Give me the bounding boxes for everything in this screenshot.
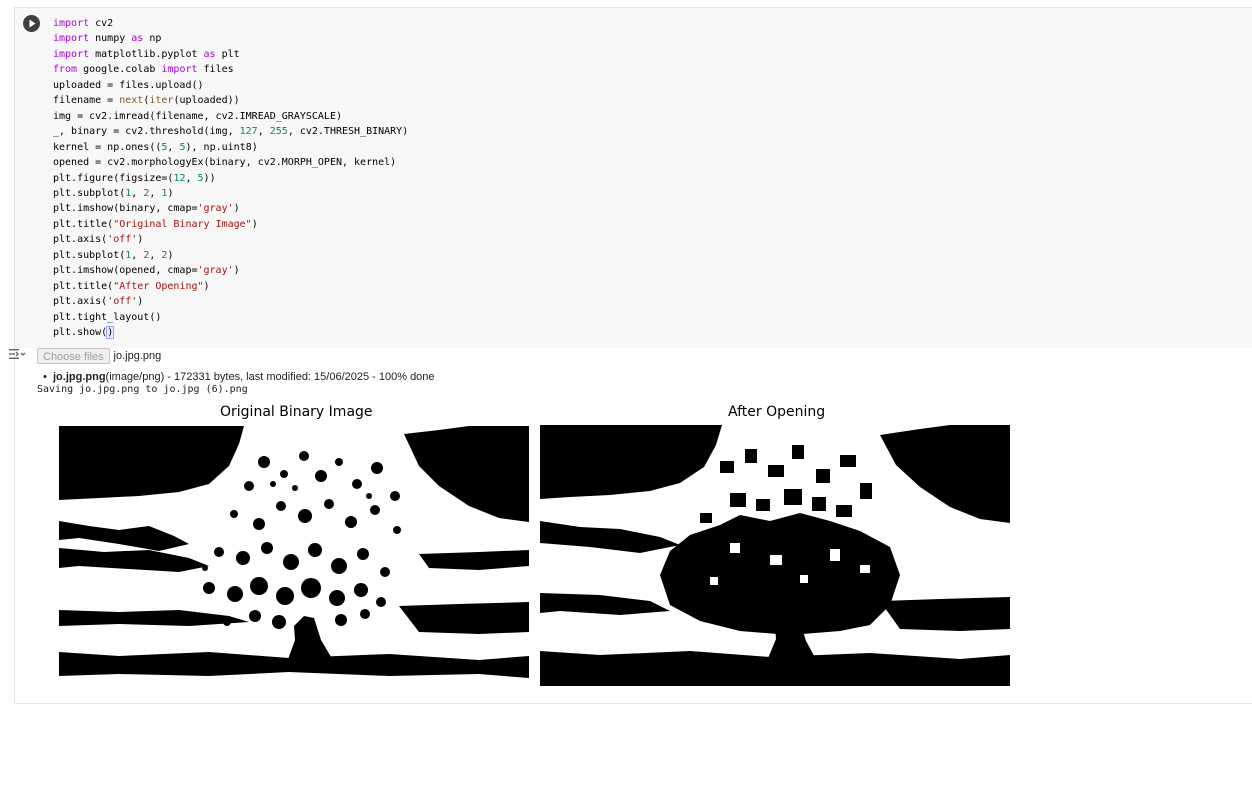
code-line-18: plt.title("After Opening") xyxy=(53,280,210,292)
code-line-16: plt.subplot(1, 2, 2) xyxy=(53,249,174,261)
code-line-3: import matplotlib.pyplot as plt xyxy=(53,48,240,60)
uploaded-file-name: jo.jpg.png xyxy=(53,371,106,383)
code-line-14: plt.title("Original Binary Image") xyxy=(53,218,258,230)
code-line-13: plt.imshow(binary, cmap='gray') xyxy=(53,203,240,215)
run-cell-button[interactable] xyxy=(23,15,40,32)
code-line-6: filename = next(iter(uploaded)) xyxy=(53,95,240,107)
selected-file-name: jo.jpg.png xyxy=(113,350,162,362)
code-line-8: _, binary = cv2.threshold(img, 127, 255,… xyxy=(53,126,409,138)
code-line-17: plt.imshow(opened, cmap='gray') xyxy=(53,265,240,277)
code-line-15: plt.axis('off') xyxy=(53,234,144,246)
file-upload-widget: Choose files jo.jpg.png xyxy=(37,347,161,365)
code-line-4: from google.colab import files xyxy=(53,64,234,76)
cell-gutter xyxy=(15,8,42,348)
plot-title-opened: After Opening xyxy=(728,404,826,420)
saving-message: Saving jo.jpg.png to jo.jpg (6).png xyxy=(37,384,248,395)
code-line-19: plt.axis('off') xyxy=(53,296,144,308)
code-line-5: uploaded = files.upload() xyxy=(53,79,204,91)
code-line-7: img = cv2.imread(filename, cv2.IMREAD_GR… xyxy=(53,110,342,122)
code-line-1: import cv2 xyxy=(53,18,114,29)
after-opening-image xyxy=(540,425,1010,686)
code-line-21: plt.show() xyxy=(53,326,115,340)
code-line-12: plt.subplot(1, 2, 1) xyxy=(53,187,174,199)
code-line-2: import numpy as np xyxy=(53,33,162,45)
bullet: • xyxy=(37,371,47,383)
play-icon xyxy=(29,19,36,28)
original-binary-image xyxy=(59,426,529,686)
code-line-10: opened = cv2.morphologyEx(binary, cv2.MO… xyxy=(53,157,397,169)
code-line-20: plt.tight_layout() xyxy=(53,311,162,323)
output-toggle-icon[interactable] xyxy=(8,346,26,362)
code-line-9: kernel = np.ones((5, 5), np.uint8) xyxy=(53,141,258,153)
code-text[interactable]: import cv2 import numpy as np import mat… xyxy=(53,16,408,341)
cell-output: Choose files jo.jpg.png • jo.jpg.png(imag… xyxy=(37,347,1237,693)
uploaded-file-list: • jo.jpg.png(image/png) - 172331 bytes, l… xyxy=(37,371,435,383)
choose-files-button[interactable]: Choose files xyxy=(37,348,110,364)
code-editor[interactable]: import cv2 import numpy as np import mat… xyxy=(42,8,1252,348)
uploaded-file-details: (image/png) - 172331 bytes, last modifie… xyxy=(105,371,435,383)
code-line-11: plt.figure(figsize=(12, 5)) xyxy=(53,172,216,184)
plot-title-original: Original Binary Image xyxy=(220,404,373,420)
